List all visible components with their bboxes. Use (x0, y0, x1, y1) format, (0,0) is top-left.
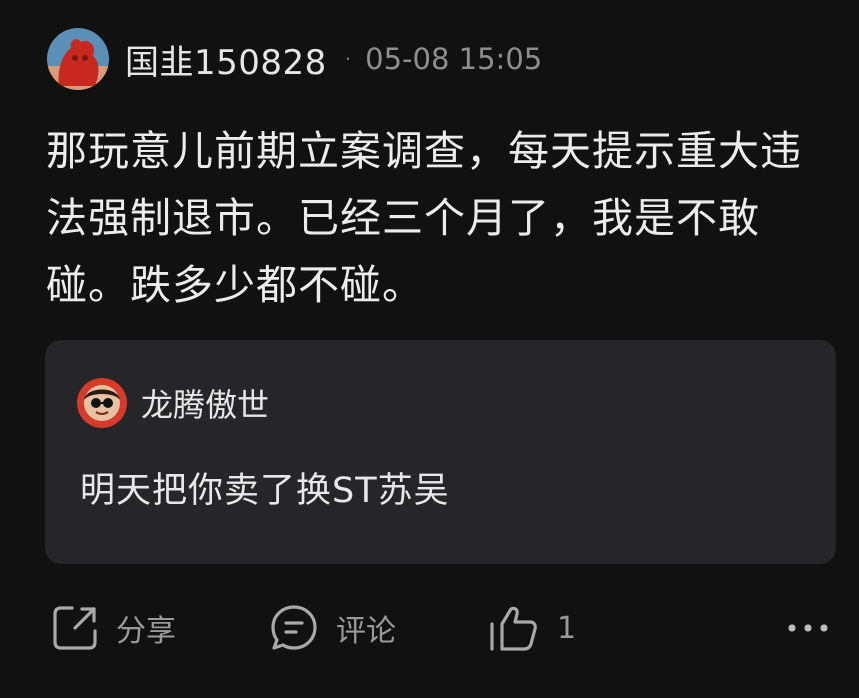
quoted-author-avatar[interactable] (77, 378, 127, 428)
more-button[interactable] (786, 598, 830, 658)
share-button[interactable]: 分享 (50, 598, 176, 658)
author-avatar[interactable] (47, 28, 109, 90)
post-content: 那玩意儿前期立案调查，每天提示重大违法强制退市。已经三个月了，我是不敢碰。跌多少… (46, 127, 802, 309)
meta-separator: · (344, 47, 352, 71)
quoted-text: 明天把你卖了换ST苏吴 (80, 471, 450, 511)
share-icon (50, 603, 100, 653)
like-button[interactable]: 1 (487, 598, 576, 658)
like-count: 1 (557, 610, 577, 646)
share-label: 分享 (116, 614, 176, 649)
comment-icon (268, 602, 320, 654)
more-icon (786, 618, 830, 638)
post-card: 国韭150828 · 05-08 15:05 那玩意儿前期立案调查，每天提示重大… (0, 0, 859, 698)
quoted-header: 龙腾傲世 (77, 378, 269, 428)
action-bar: 分享 评论 1 (0, 598, 859, 658)
thumbs-up-icon (487, 602, 539, 654)
quoted-comment[interactable]: 龙腾傲世 明天把你卖了换ST苏吴 (45, 340, 836, 564)
author-name[interactable]: 国韭150828 (125, 35, 327, 84)
comment-button[interactable]: 评论 (268, 598, 396, 658)
post-header: 国韭150828 · 05-08 15:05 (47, 28, 542, 90)
quoted-author-name[interactable]: 龙腾傲世 (141, 380, 269, 426)
comment-label: 评论 (336, 614, 396, 649)
post-timestamp: 05-08 15:05 (365, 42, 543, 76)
